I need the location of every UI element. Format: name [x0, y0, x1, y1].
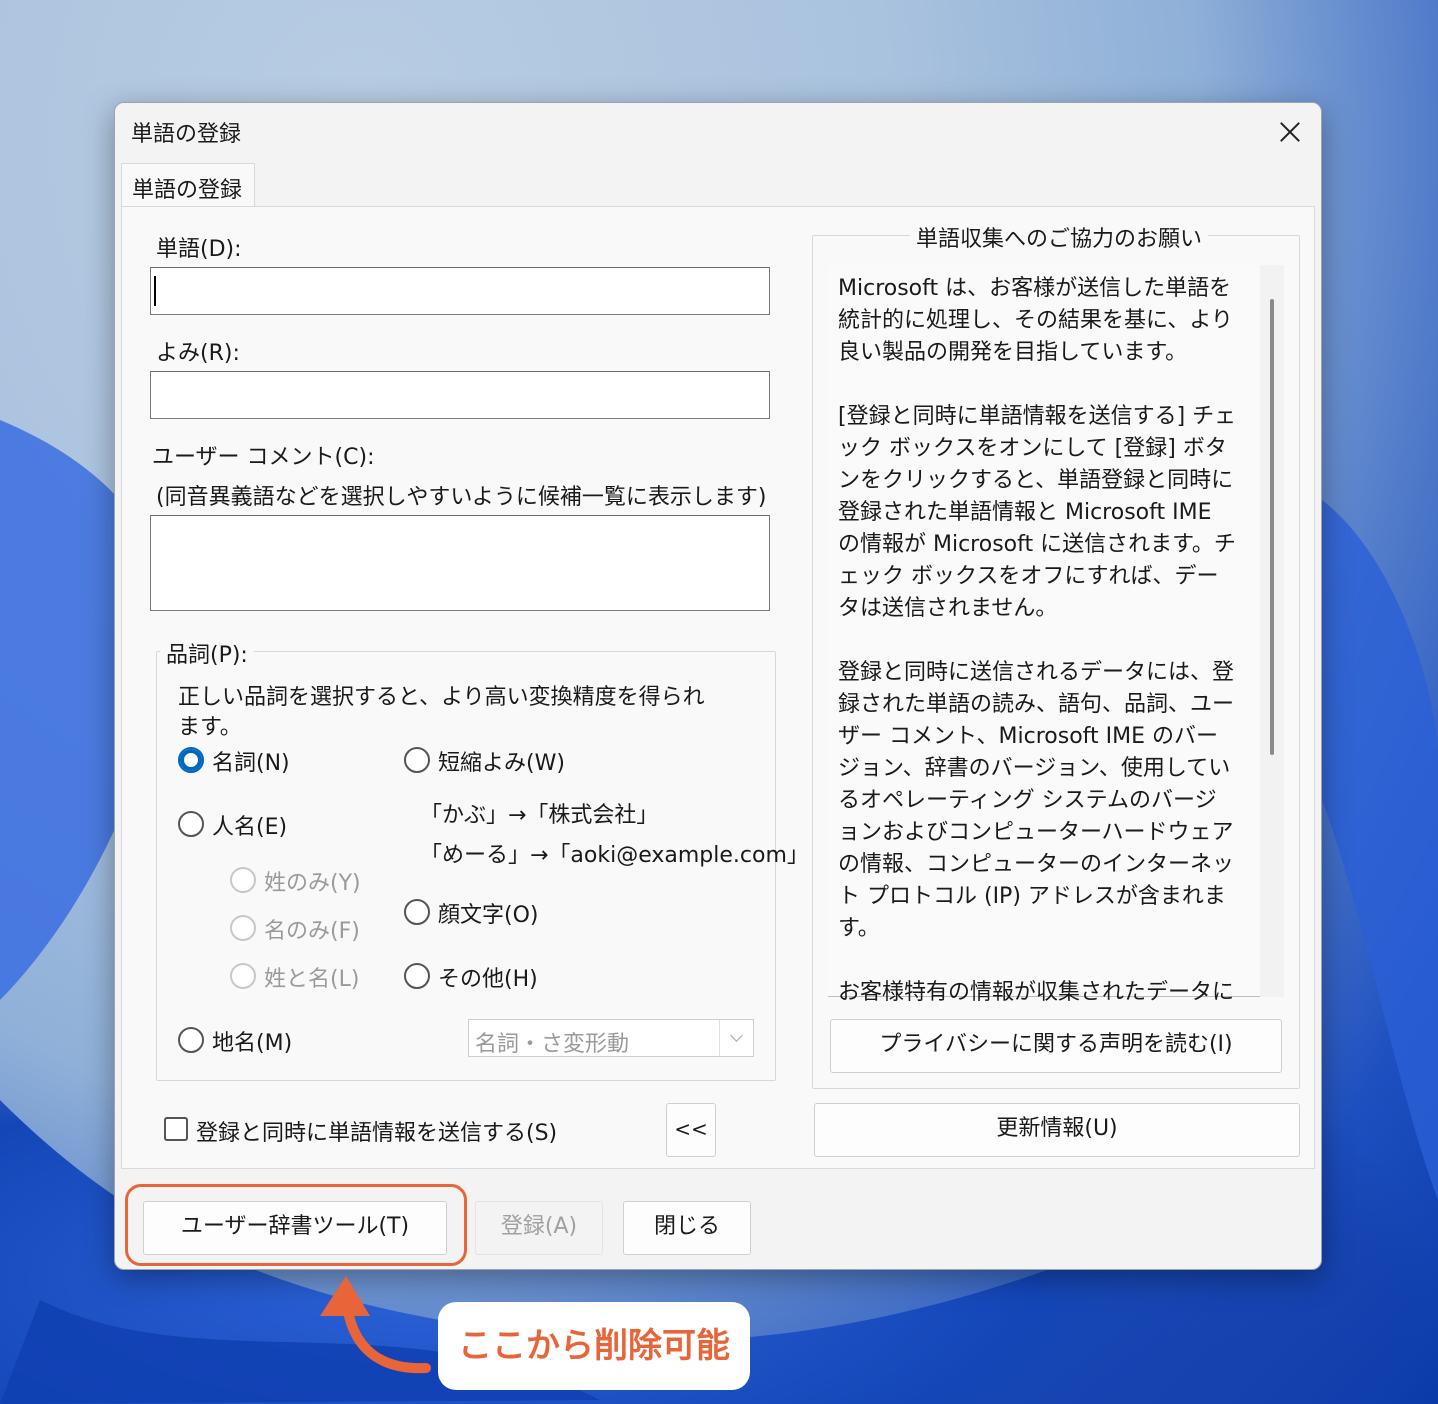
- info-paragraph-3: 登録と同時に送信されるデータには、登録された単語の読み、語句、品詞、ユーザー コ…: [838, 660, 1235, 941]
- text-caret: [154, 276, 156, 306]
- chevron-down-icon: [719, 1020, 753, 1056]
- comment-label: ユーザー コメント(C):: [152, 445, 375, 470]
- info-text-box[interactable]: Microsoft は、お客様が送信した単語を統計的に処理し、その結果を基に、よ…: [828, 265, 1284, 1005]
- info-paragraph-1: Microsoft は、お客様が送信した単語を統計的に処理し、その結果を基に、よ…: [838, 276, 1233, 365]
- pos-subtype-select[interactable]: 名詞・さ変形動: [468, 1019, 754, 1057]
- person-label: 人名(E): [212, 815, 288, 840]
- annotation-callout: ここから削除可能: [438, 1302, 750, 1390]
- full-name-radio[interactable]: [230, 963, 256, 989]
- comment-hint: (同音異義語などを選択しやすいように候補一覧に表示します): [156, 485, 767, 510]
- info-scrollbar[interactable]: [1260, 265, 1284, 997]
- scrollbar-thumb[interactable]: [1270, 299, 1274, 755]
- noun-label: 名詞(N): [212, 751, 290, 776]
- emoticon-label: 顔文字(O): [438, 903, 539, 928]
- title-bar: 単語の登録: [115, 103, 1321, 161]
- info-legend: 単語収集へのご協力のお願い: [910, 221, 1209, 253]
- info-paragraph-2: [登録と同時に単語情報を送信する] チェック ボックスをオンにして [登録] ボ…: [838, 404, 1237, 621]
- privacy-statement-button[interactable]: プライバシーに関する声明を読む(I): [830, 1019, 1282, 1073]
- noun-radio[interactable]: [178, 747, 204, 773]
- given-only-label: 名のみ(F): [264, 919, 360, 944]
- comment-input[interactable]: [150, 515, 770, 611]
- surname-only-label: 姓のみ(Y): [264, 871, 361, 896]
- reading-label: よみ(R):: [156, 341, 240, 366]
- place-label: 地名(M): [212, 1031, 293, 1056]
- update-info-button[interactable]: 更新情報(U): [814, 1103, 1300, 1157]
- pos-subtype-value: 名詞・さ変形動: [475, 1032, 630, 1057]
- annotation-arrow-icon: [320, 1276, 431, 1374]
- dialog-title: 単語の登録: [131, 122, 242, 147]
- tab-word-registration[interactable]: 単語の登録: [121, 163, 255, 207]
- other-label: その他(H): [438, 967, 538, 992]
- other-radio[interactable]: [404, 963, 430, 989]
- reading-input[interactable]: [150, 371, 770, 419]
- word-input[interactable]: [150, 267, 770, 315]
- abbrev-radio[interactable]: [404, 747, 430, 773]
- word-label: 単語(D):: [156, 237, 242, 262]
- info-paragraph-4: お客様特有の情報が収集されたデータに含まれることがあります。このような情報が存在…: [838, 980, 1235, 1005]
- emoticon-radio[interactable]: [404, 899, 430, 925]
- abbrev-example-1: 「かぶ」→「株式会社」: [420, 803, 659, 828]
- pos-legend: 品詞(P):: [160, 637, 254, 669]
- full-name-label: 姓と名(L): [264, 967, 360, 992]
- register-button[interactable]: 登録(A): [475, 1201, 603, 1255]
- send-info-checkbox[interactable]: [164, 1117, 188, 1141]
- abbrev-label: 短縮よみ(W): [438, 751, 565, 776]
- tab-panel: 単語(D): よみ(R): ユーザー コメント(C): (同音異義語などを選択し…: [121, 206, 1315, 1169]
- close-button[interactable]: 閉じる: [623, 1201, 751, 1255]
- collapse-button[interactable]: <<: [666, 1103, 716, 1157]
- pos-description: 正しい品詞を選択すると、より高い変換精度を得られます。: [178, 685, 705, 740]
- send-info-label: 登録と同時に単語情報を送信する(S): [196, 1121, 558, 1146]
- surname-only-radio[interactable]: [230, 867, 256, 893]
- word-registration-dialog: 単語の登録 単語の登録 単語(D): よみ(R): ユーザー コメント(C): …: [114, 102, 1322, 1270]
- given-only-radio[interactable]: [230, 915, 256, 941]
- person-radio[interactable]: [178, 811, 204, 837]
- close-icon[interactable]: [1253, 103, 1321, 161]
- place-radio[interactable]: [178, 1027, 204, 1053]
- info-text: Microsoft は、お客様が送信した単語を統計的に処理し、その結果を基に、よ…: [838, 273, 1238, 1009]
- annotation-highlight-frame: [125, 1184, 467, 1266]
- abbrev-example-2: 「めーる」→「aoki@example.com」: [420, 843, 809, 868]
